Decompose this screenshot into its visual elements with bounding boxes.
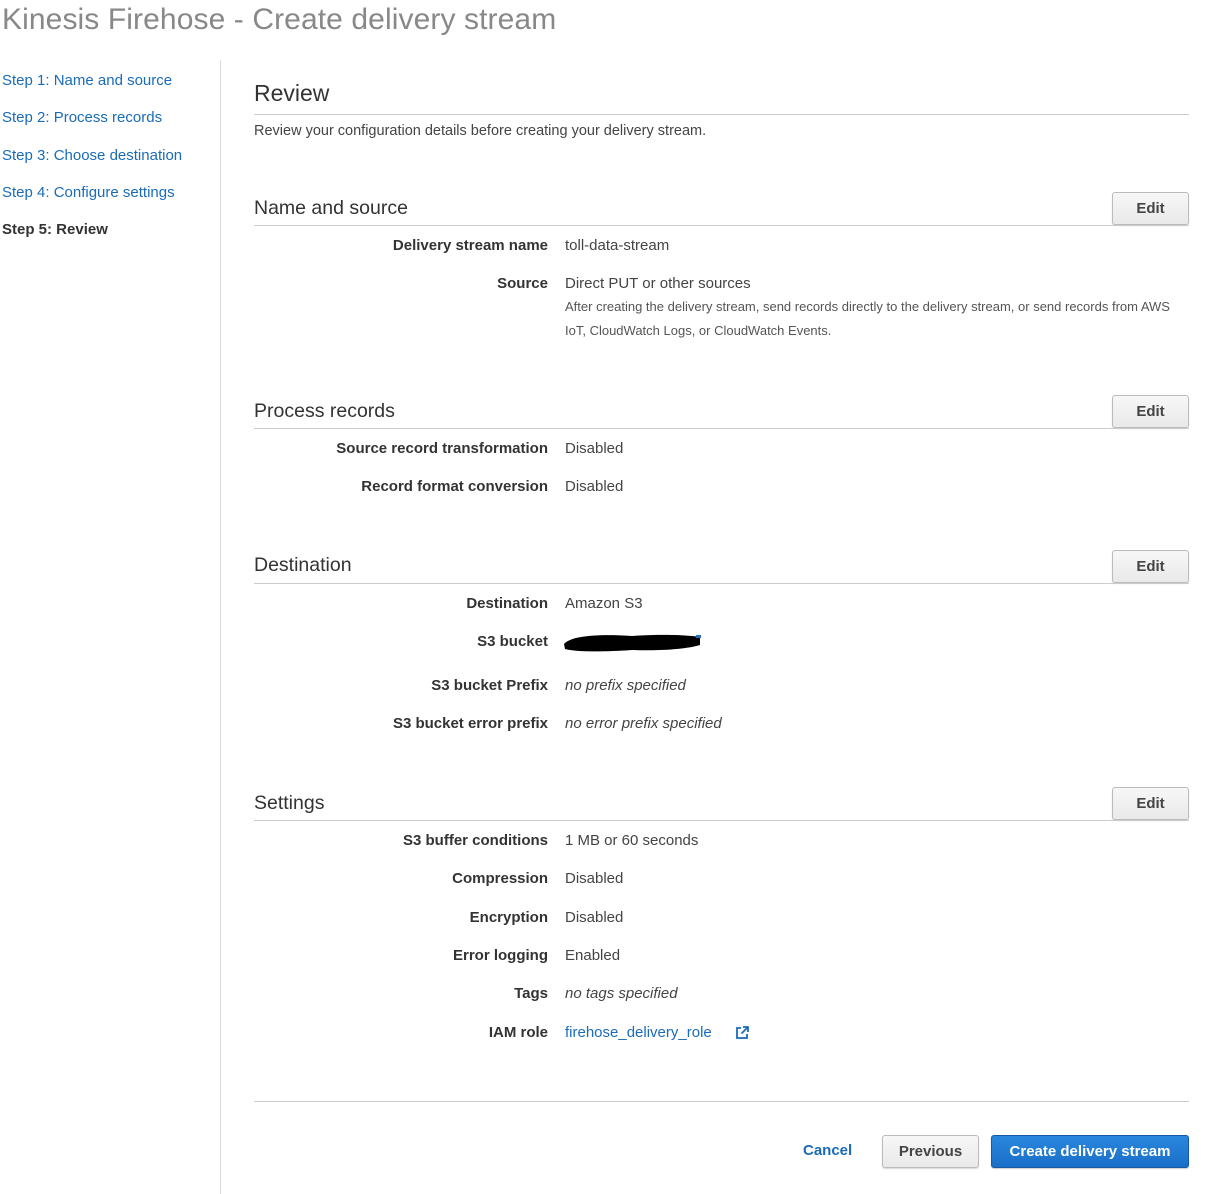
step-4-link[interactable]: Step 4: Configure settings — [2, 184, 175, 201]
edit-process-records-button[interactable]: Edit — [1112, 395, 1189, 428]
field-label-encryption: Encryption — [469, 909, 548, 926]
wizard-steps-nav: Step 1: Name and source Step 2: Process … — [0, 60, 221, 1194]
field-label-iam-role: IAM role — [488, 1024, 548, 1041]
review-panel: Review Review your configuration details… — [254, 0, 1189, 1194]
edit-destination-button[interactable]: Edit — [1112, 550, 1189, 583]
redacted-bucket-name — [564, 634, 701, 652]
divider — [254, 428, 1189, 429]
field-label-compression: Compression — [452, 870, 548, 887]
field-label-s3-buffer-conditions: S3 buffer conditions — [402, 832, 548, 849]
field-value-record-format-conversion: Disabled — [565, 478, 624, 495]
field-value-tags: no tags specified — [565, 985, 678, 1002]
create-delivery-stream-button[interactable]: Create delivery stream — [991, 1135, 1189, 1168]
divider — [254, 225, 1189, 226]
field-label-s3-bucket-prefix: S3 bucket Prefix — [431, 677, 548, 694]
step-3-link[interactable]: Step 3: Choose destination — [2, 147, 182, 164]
field-value-compression: Disabled — [565, 870, 624, 887]
section-title-process-records: Process records — [254, 400, 395, 422]
edit-settings-button[interactable]: Edit — [1112, 787, 1189, 820]
field-label-source: Source — [497, 275, 548, 292]
edit-name-and-source-button[interactable]: Edit — [1112, 192, 1189, 225]
step-5-current: Step 5: Review — [2, 221, 108, 238]
field-value-source-record-transformation: Disabled — [565, 440, 624, 457]
previous-button[interactable]: Previous — [882, 1135, 979, 1168]
divider — [254, 583, 1189, 584]
field-label-error-logging: Error logging — [453, 947, 548, 964]
cancel-link[interactable]: Cancel — [803, 1142, 852, 1159]
review-heading: Review — [254, 80, 330, 106]
field-value-s3-bucket-prefix: no prefix specified — [565, 677, 686, 694]
field-value-error-logging: Enabled — [565, 947, 621, 964]
iam-role-link[interactable]: firehose_delivery_role — [565, 1024, 712, 1041]
field-value-encryption: Disabled — [565, 909, 624, 926]
field-label-tags: Tags — [514, 985, 548, 1002]
external-link-icon[interactable] — [734, 1025, 750, 1041]
field-label-record-format-conversion: Record format conversion — [361, 478, 548, 495]
step-2-link[interactable]: Step 2: Process records — [2, 109, 162, 126]
field-value-s3-buffer-conditions: 1 MB or 60 seconds — [565, 832, 699, 849]
field-value-destination: Amazon S3 — [565, 595, 643, 612]
field-label-source-record-transformation: Source record transformation — [336, 440, 548, 457]
field-label-s3-bucket-error-prefix: S3 bucket error prefix — [392, 715, 548, 732]
divider — [254, 1101, 1189, 1102]
section-title-name-and-source: Name and source — [254, 197, 408, 219]
divider — [254, 820, 1189, 821]
review-description: Review your configuration details before… — [254, 123, 707, 139]
step-1-link[interactable]: Step 1: Name and source — [2, 72, 172, 89]
field-help-source: After creating the delivery stream, send… — [565, 299, 1170, 338]
field-label-destination: Destination — [466, 595, 548, 612]
field-value-iam-role: firehose_delivery_role — [565, 1024, 712, 1041]
field-label-s3-bucket: S3 bucket — [477, 633, 548, 650]
section-title-settings: Settings — [254, 792, 325, 814]
field-label-delivery-stream-name: Delivery stream name — [392, 237, 548, 254]
section-title-destination: Destination — [254, 554, 352, 576]
field-value-s3-bucket-error-prefix: no error prefix specified — [565, 715, 722, 732]
field-value-delivery-stream-name: toll-data-stream — [565, 237, 670, 254]
field-value-source: Direct PUT or other sources — [565, 275, 751, 292]
divider — [254, 114, 1189, 115]
